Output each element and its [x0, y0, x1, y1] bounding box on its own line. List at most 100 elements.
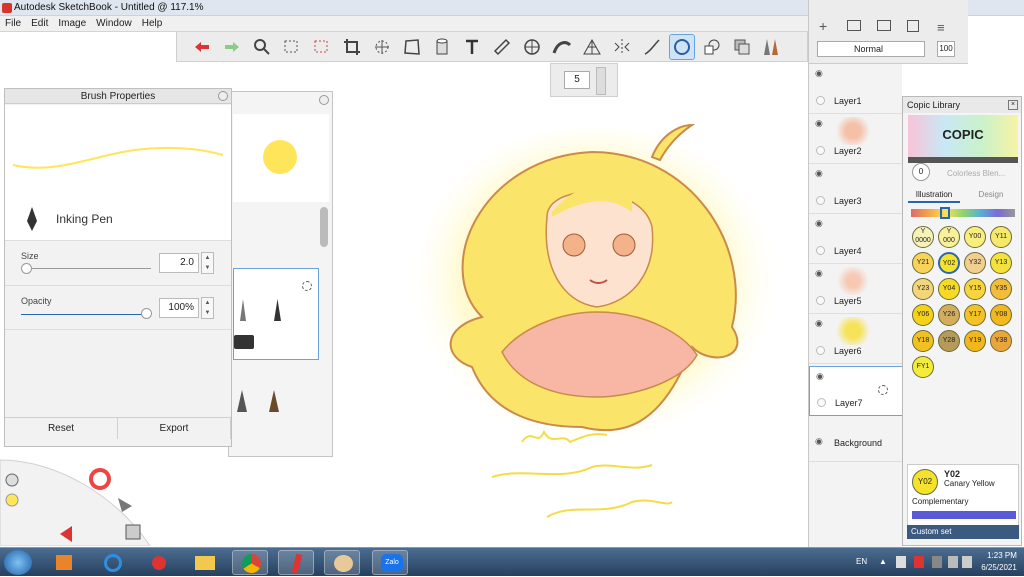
- opacity-stepper[interactable]: ▲ ▼: [201, 297, 214, 319]
- visibility-icon[interactable]: ◉: [816, 371, 824, 382]
- chrome-taskbar-icon[interactable]: [232, 550, 268, 575]
- fill-button[interactable]: [429, 34, 455, 60]
- copic-swatch[interactable]: FY1: [912, 356, 934, 378]
- airbrush-icon[interactable]: [237, 390, 247, 412]
- copic-swatch[interactable]: Y02: [938, 252, 960, 274]
- layer-lock-toggle[interactable]: [817, 398, 826, 407]
- ruler-button[interactable]: [489, 34, 515, 60]
- copic-swatch[interactable]: Y06: [912, 304, 934, 326]
- visibility-icon[interactable]: ◉: [815, 68, 823, 79]
- copic-swatch[interactable]: Y15: [964, 278, 986, 300]
- complementary-color-bar[interactable]: [912, 511, 1016, 519]
- clock-time[interactable]: 1:23 PM: [982, 551, 1022, 560]
- menu-file[interactable]: File: [0, 16, 26, 31]
- brush-settings-icon[interactable]: [302, 281, 312, 291]
- export-button[interactable]: Export: [118, 418, 231, 439]
- brush-library-button[interactable]: [759, 34, 785, 60]
- opacity-slider-track[interactable]: [21, 314, 151, 315]
- copic-collapse-bar[interactable]: [908, 157, 1018, 163]
- blend-mode-select[interactable]: Normal: [817, 41, 925, 57]
- menu-image[interactable]: Image: [53, 16, 91, 31]
- color-family-strip[interactable]: [911, 209, 1015, 217]
- media-player-taskbar-icon[interactable]: [46, 550, 82, 575]
- brush-size-slider[interactable]: [596, 67, 606, 95]
- transform-button[interactable]: [369, 34, 395, 60]
- layer-lock-toggle[interactable]: [816, 346, 825, 355]
- redo-button[interactable]: [219, 34, 245, 60]
- copic-swatch[interactable]: Y19: [964, 330, 986, 352]
- layer-lock-toggle[interactable]: [816, 296, 825, 305]
- layer-lock-toggle[interactable]: [816, 196, 825, 205]
- ink-brush-icon[interactable]: [274, 299, 281, 321]
- copic-close-button[interactable]: ×: [1008, 100, 1018, 110]
- crop-button[interactable]: [339, 34, 365, 60]
- ellipse-guide-button[interactable]: [519, 34, 545, 60]
- layer-opacity-field[interactable]: 100: [937, 41, 955, 57]
- layer-lock-toggle[interactable]: [816, 246, 825, 255]
- copic-swatch[interactable]: Y 000: [938, 226, 960, 248]
- ellipse-tool-button[interactable]: [669, 33, 695, 60]
- language-indicator[interactable]: EN: [856, 557, 867, 566]
- network-icon[interactable]: [948, 556, 958, 568]
- brush-properties-close-button[interactable]: [218, 91, 228, 101]
- paint-taskbar-icon[interactable]: [324, 550, 360, 575]
- brush-set-selected[interactable]: [233, 268, 319, 360]
- paintbrush-icon[interactable]: [269, 390, 279, 412]
- menu-edit[interactable]: Edit: [26, 16, 53, 31]
- text-button[interactable]: [459, 34, 485, 60]
- lagoon-select-icon[interactable]: [118, 498, 132, 512]
- copic-swatch[interactable]: Y18: [912, 330, 934, 352]
- tab-illustration[interactable]: Illustration: [908, 189, 960, 203]
- visibility-icon[interactable]: ◉: [815, 268, 823, 279]
- show-hidden-icons[interactable]: ▲: [879, 557, 887, 566]
- layer-row[interactable]: ◉ Layer3: [809, 164, 903, 214]
- size-stepper[interactable]: ▲ ▼: [201, 252, 214, 274]
- lagoon-menu[interactable]: [0, 450, 160, 546]
- zalo-taskbar-icon[interactable]: Zalo: [372, 550, 408, 575]
- layer-editor-button[interactable]: [729, 34, 755, 60]
- layer-lock-toggle[interactable]: [816, 96, 825, 105]
- size-value-field[interactable]: 2.0: [159, 253, 199, 273]
- copic-swatch[interactable]: Y17: [964, 304, 986, 326]
- visibility-icon[interactable]: ◉: [815, 436, 823, 447]
- layer-row[interactable]: ◉ Layer5: [809, 264, 903, 314]
- tray-icon[interactable]: [896, 556, 906, 568]
- size-slider-thumb[interactable]: [21, 263, 32, 274]
- clock-date[interactable]: 6/25/2021: [976, 563, 1022, 572]
- tray-antivirus-icon[interactable]: [914, 556, 924, 568]
- file-explorer-taskbar-icon[interactable]: [186, 550, 222, 575]
- copic-swatch[interactable]: Y21: [912, 252, 934, 274]
- colorless-blender-swatch[interactable]: 0: [912, 163, 930, 181]
- copic-swatch[interactable]: Y23: [912, 278, 934, 300]
- size-slider-track[interactable]: [21, 268, 151, 269]
- copic-swatch[interactable]: Y11: [990, 226, 1012, 248]
- distort-button[interactable]: [399, 34, 425, 60]
- opacity-slider-thumb[interactable]: [141, 308, 152, 319]
- shapes-button[interactable]: [699, 34, 725, 60]
- background-layer-row[interactable]: ◉ Background: [809, 422, 903, 462]
- color-puck-icon[interactable]: [5, 493, 19, 507]
- start-button[interactable]: [4, 550, 32, 575]
- copic-swatch[interactable]: Y35: [990, 278, 1012, 300]
- volume-icon[interactable]: [962, 556, 972, 568]
- custom-set-header[interactable]: Custom set: [907, 525, 1019, 539]
- lagoon-layers-icon[interactable]: [125, 524, 141, 540]
- brush-size-puck[interactable]: 5: [550, 63, 618, 97]
- tab-design[interactable]: Design: [965, 189, 1017, 203]
- copic-swatch[interactable]: Y00: [964, 226, 986, 248]
- layer-row[interactable]: ◉ Layer4: [809, 214, 903, 264]
- copic-swatch[interactable]: Y08: [990, 304, 1012, 326]
- add-layer-icon[interactable]: +: [819, 18, 827, 34]
- tray-icon[interactable]: [932, 556, 942, 568]
- menu-window[interactable]: Window: [91, 16, 137, 31]
- layer-menu-icon[interactable]: ≡: [937, 20, 945, 35]
- layer-lock-toggle[interactable]: [816, 146, 825, 155]
- add-image-icon[interactable]: [877, 20, 891, 31]
- marker-brush-icon[interactable]: [234, 335, 254, 349]
- select-rect-button[interactable]: [279, 34, 305, 60]
- menu-help[interactable]: Help: [137, 16, 168, 31]
- layer-options-icon[interactable]: [878, 385, 888, 395]
- family-selector[interactable]: [940, 207, 950, 219]
- drawing-canvas[interactable]: [332, 97, 808, 547]
- brush-library-scrollbar[interactable]: [320, 207, 328, 247]
